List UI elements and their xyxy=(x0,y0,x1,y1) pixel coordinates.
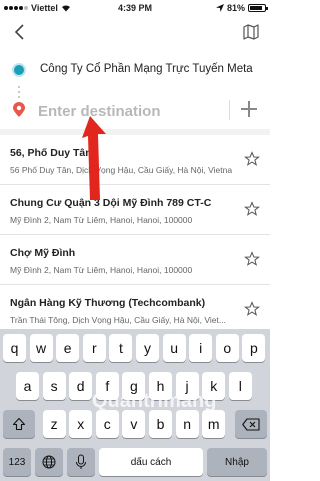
back-chevron-icon[interactable] xyxy=(10,22,30,42)
key-z[interactable]: z xyxy=(42,410,66,438)
location-arrow-icon xyxy=(215,4,224,12)
location-pin-icon xyxy=(13,102,25,117)
key-q[interactable]: q xyxy=(3,334,26,362)
key-u[interactable]: u xyxy=(162,334,186,362)
key-v[interactable]: v xyxy=(122,410,146,438)
key-j[interactable]: j xyxy=(175,372,199,400)
keyboard-row-3: z x c v b n m xyxy=(0,410,270,440)
suggestion-address: Mỹ Đình 2, Nam Từ Liêm, Hanoi, Hanoi, 10… xyxy=(10,265,193,275)
battery-percent: 81% xyxy=(226,3,245,13)
key-h[interactable]: h xyxy=(149,372,172,400)
suggestion-address: Trần Thái Tông, Dịch Vọng Hậu, Cầu Giấy,… xyxy=(10,315,226,325)
suggestion-address: Mỹ Đình 2, Nam Từ Liêm, Hanoi, Hanoi, 10… xyxy=(10,215,193,225)
backspace-key[interactable] xyxy=(235,410,267,438)
key-s[interactable]: s xyxy=(42,372,66,400)
key-e[interactable]: e xyxy=(56,334,80,362)
key-f[interactable]: f xyxy=(95,372,119,400)
key-x[interactable]: x xyxy=(69,410,93,438)
shift-arrow-icon xyxy=(12,417,26,431)
suggestion-item[interactable]: Chung Cư Quận 3 Dội Mỹ Đình 789 CT-C Mỹ … xyxy=(0,185,270,235)
suggestion-title: 56, Phố Duy Tân xyxy=(10,147,92,159)
shift-key[interactable] xyxy=(3,410,35,438)
key-b[interactable]: b xyxy=(149,410,172,438)
key-y[interactable]: y xyxy=(136,334,159,362)
key-r[interactable]: r xyxy=(82,334,106,362)
add-stop-icon[interactable] xyxy=(238,98,260,120)
battery-icon xyxy=(248,4,268,12)
space-key[interactable]: dấu cách xyxy=(99,448,203,476)
keyboard-row-1: q w e r t y u i o p xyxy=(0,334,270,364)
key-g[interactable]: g xyxy=(122,372,146,400)
key-d[interactable]: d xyxy=(69,372,93,400)
return-key[interactable]: Nhập xyxy=(207,448,267,476)
globe-key[interactable] xyxy=(35,448,63,476)
key-o[interactable]: o xyxy=(215,334,239,362)
key-p[interactable]: p xyxy=(242,334,266,362)
dictation-key[interactable] xyxy=(67,448,95,476)
suggestion-title: Ngân Hàng Kỹ Thương (Techcombank) xyxy=(10,297,206,309)
key-c[interactable]: c xyxy=(95,410,119,438)
key-a[interactable]: a xyxy=(16,372,39,400)
star-icon[interactable] xyxy=(244,201,260,217)
key-t[interactable]: t xyxy=(109,334,133,362)
key-l[interactable]: l xyxy=(228,372,252,400)
star-icon[interactable] xyxy=(244,301,260,317)
microphone-icon xyxy=(76,454,86,469)
suggestion-title: Chung Cư Quận 3 Dội Mỹ Đình 789 CT-C xyxy=(10,197,212,209)
suggestion-item[interactable]: Chợ Mỹ Đình Mỹ Đình 2, Nam Từ Liêm, Hano… xyxy=(0,235,270,285)
map-icon[interactable] xyxy=(242,23,260,41)
origin-row[interactable]: Công Ty Cổ Phần Mạng Trực Tuyến Meta xyxy=(0,58,270,84)
status-bar: Viettel 4:39 PM 81% xyxy=(0,0,270,18)
suggestion-item[interactable]: 56, Phố Duy Tân 56 Phố Duy Tân, Dịch Vọn… xyxy=(0,135,270,185)
key-w[interactable]: w xyxy=(29,334,53,362)
key-k[interactable]: k xyxy=(202,372,226,400)
star-icon[interactable] xyxy=(244,251,260,267)
backspace-icon xyxy=(242,417,260,431)
destination-input[interactable] xyxy=(38,100,218,122)
star-icon[interactable] xyxy=(244,151,260,167)
suggestion-item[interactable]: Ngân Hàng Kỹ Thương (Techcombank) Trần T… xyxy=(0,285,270,335)
suggestion-title: Chợ Mỹ Đình xyxy=(10,247,76,259)
origin-dot-icon xyxy=(14,65,24,75)
globe-icon xyxy=(42,455,56,469)
top-bar xyxy=(0,18,270,46)
key-m[interactable]: m xyxy=(202,410,226,438)
keyboard: q w e r t y u i o p a s d f g h j k l z … xyxy=(0,329,270,481)
key-n[interactable]: n xyxy=(175,410,199,438)
keyboard-row-2: a s d f g h j k l xyxy=(0,372,270,402)
suggestion-address: 56 Phố Duy Tân, Dịch Vọng Hậu, Cầu Giấy,… xyxy=(10,165,232,175)
origin-text: Công Ty Cổ Phần Mạng Trực Tuyến Meta xyxy=(40,63,253,75)
suggestion-list: 56, Phố Duy Tân 56 Phố Duy Tân, Dịch Vọn… xyxy=(0,135,270,335)
key-i[interactable]: i xyxy=(189,334,213,362)
keyboard-row-4: 123 dấu cách Nhập xyxy=(0,448,270,478)
divider xyxy=(229,100,230,120)
numbers-key[interactable]: 123 xyxy=(3,448,31,476)
